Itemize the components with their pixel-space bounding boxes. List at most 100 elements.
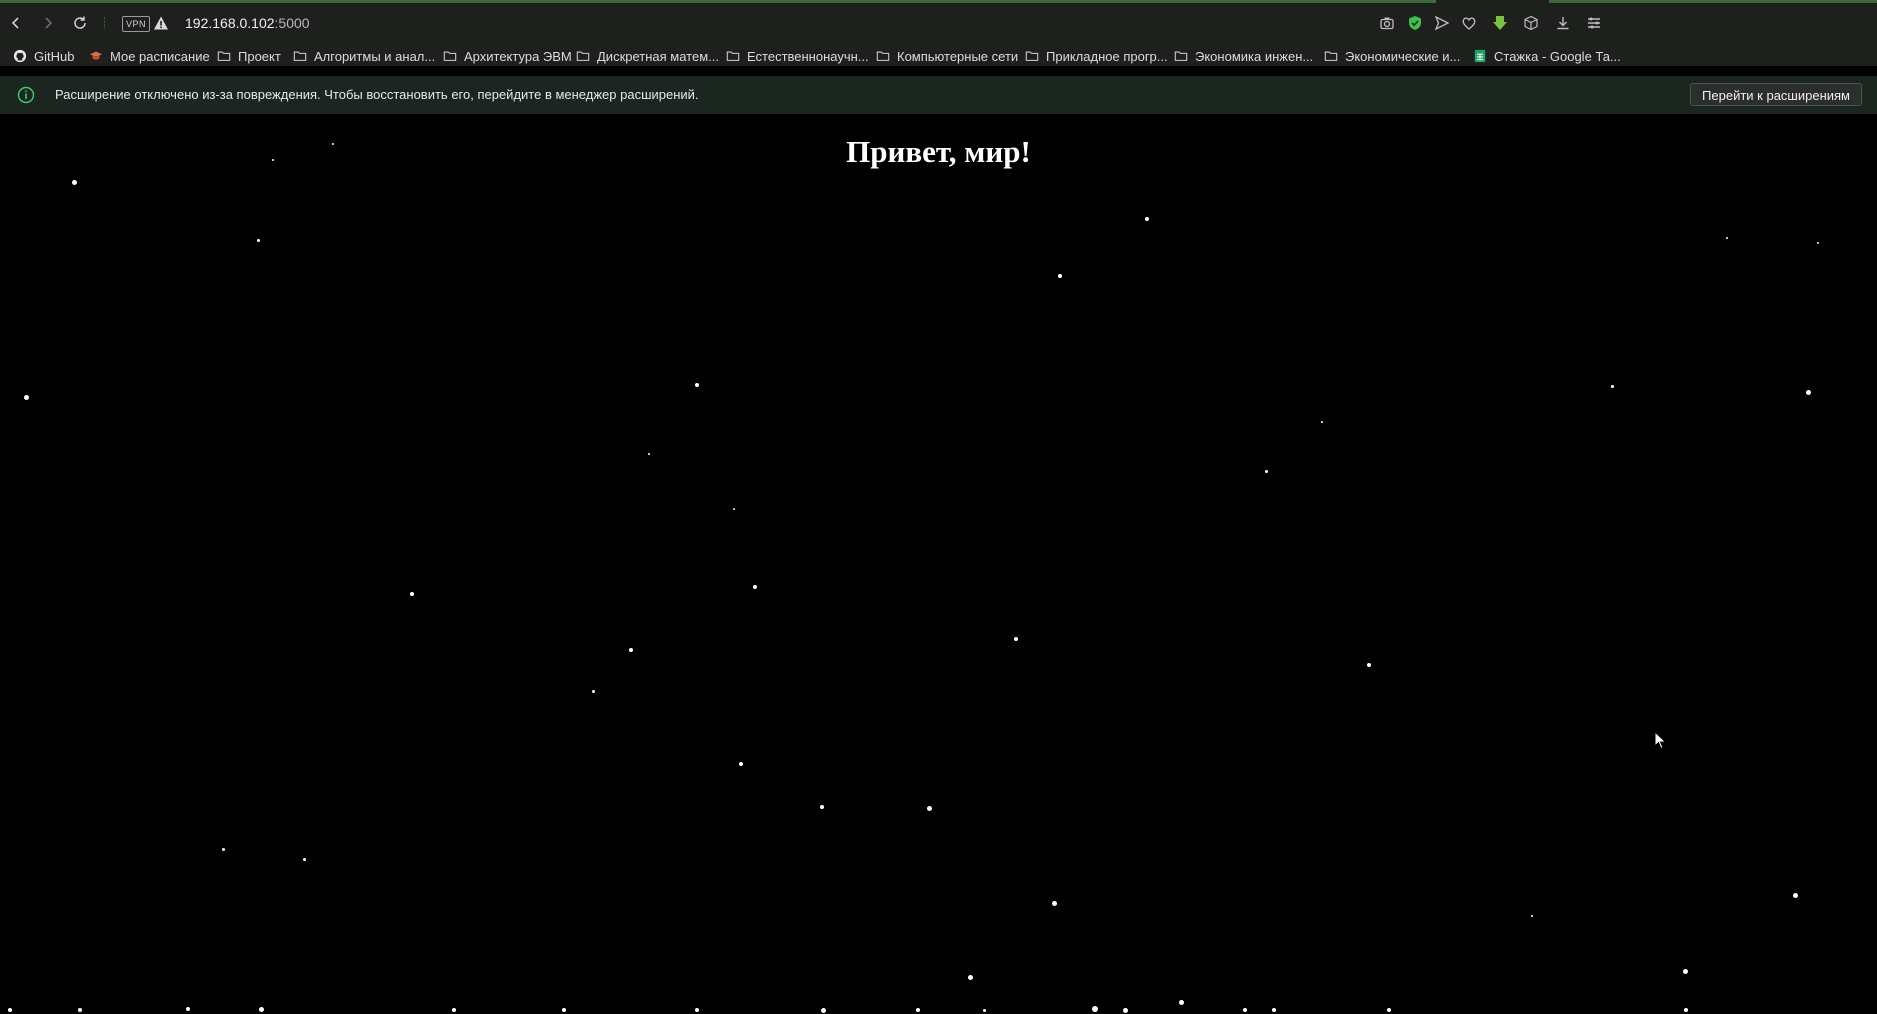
url-port: :5000 bbox=[274, 15, 310, 31]
snowflake-dot bbox=[78, 1008, 82, 1012]
pinboard-button[interactable] bbox=[1458, 12, 1480, 34]
snowflake-dot bbox=[648, 453, 650, 455]
easy-setup-button[interactable] bbox=[1583, 12, 1605, 34]
folder-icon bbox=[875, 48, 891, 64]
folder-icon bbox=[292, 48, 308, 64]
reload-button[interactable] bbox=[69, 12, 91, 34]
snowflake-dot bbox=[1805, 389, 1811, 395]
bookmark-folder-applied-programming[interactable]: Прикладное прогр... bbox=[1024, 46, 1168, 66]
bookmark-folder-networks[interactable]: Компьютерные сети bbox=[875, 46, 1018, 66]
snowflake-dot bbox=[1145, 217, 1149, 221]
send-icon bbox=[1434, 15, 1450, 31]
folder-icon bbox=[575, 48, 591, 64]
snowflake-dot bbox=[1682, 968, 1688, 974]
address-bar[interactable]: 192.168.0.102:5000 bbox=[185, 13, 310, 33]
folder-icon bbox=[216, 48, 232, 64]
warning-icon[interactable] bbox=[153, 15, 169, 31]
vpn-badge[interactable]: VPN bbox=[122, 16, 151, 32]
snowflake-dot bbox=[1092, 1006, 1098, 1012]
snowflake-dot bbox=[1726, 237, 1728, 239]
snowflake-dot bbox=[1243, 1008, 1247, 1012]
snowflake-dot bbox=[753, 585, 757, 589]
snowflake-dot bbox=[982, 1008, 986, 1012]
snowflake-dot bbox=[302, 857, 306, 861]
download-icon bbox=[1557, 17, 1569, 30]
go-to-extensions-button[interactable]: Перейти к расширениям bbox=[1690, 83, 1862, 106]
bookmark-folder-engineering-economics[interactable]: Экономика инжен... bbox=[1173, 46, 1313, 66]
back-button[interactable] bbox=[5, 12, 27, 34]
mouse-cursor-icon bbox=[1654, 731, 1667, 750]
bookmark-label: Дискретная матем... bbox=[597, 48, 719, 64]
bookmark-label: Стажка - Google Та... bbox=[1494, 48, 1621, 64]
snowflake-dot bbox=[1387, 1008, 1391, 1012]
bookmark-folder-algorithms[interactable]: Алгоритмы и анал... bbox=[292, 46, 435, 66]
flow-button[interactable] bbox=[1431, 12, 1453, 34]
snowflake-dot bbox=[1122, 1007, 1128, 1013]
bookmark-google-sheets[interactable]: Стажка - Google Та... bbox=[1472, 46, 1621, 66]
settings-menu-icon bbox=[1588, 17, 1600, 29]
snowflake-dot bbox=[1610, 384, 1614, 388]
snowflake-dot bbox=[186, 1007, 190, 1011]
adblock-button[interactable] bbox=[1404, 12, 1426, 34]
extension-button[interactable] bbox=[1489, 12, 1511, 34]
snowflake-dot bbox=[967, 974, 973, 980]
bookmark-schedule[interactable]: Мое расписание bbox=[88, 46, 210, 66]
infobar-message: Расширение отключено из-за повреждения. … bbox=[55, 87, 699, 102]
bookmark-label: Экономика инжен... bbox=[1195, 48, 1314, 64]
cube-icon bbox=[1524, 15, 1538, 31]
snapshot-button[interactable] bbox=[1376, 12, 1398, 34]
page-heading: Привет, мир! bbox=[846, 134, 1031, 169]
tab-indicator bbox=[0, 0, 1436, 3]
forward-button[interactable] bbox=[37, 12, 59, 34]
snowflake-dot bbox=[733, 508, 735, 510]
snowflake-dot bbox=[1264, 469, 1268, 473]
snowflake-dot bbox=[739, 762, 743, 766]
bookmark-folder-discrete-math[interactable]: Дискретная матем... bbox=[575, 46, 719, 66]
download-manager-icon bbox=[1493, 16, 1507, 30]
info-icon bbox=[17, 86, 35, 104]
heart-icon bbox=[1462, 17, 1476, 30]
folder-icon bbox=[1024, 48, 1040, 64]
snowflake-dot bbox=[71, 179, 77, 185]
snowflake-dot bbox=[926, 805, 932, 811]
bookmark-folder-project[interactable]: Проект bbox=[216, 46, 281, 66]
snowflake-dot bbox=[332, 143, 334, 145]
shield-check-icon bbox=[1409, 16, 1421, 30]
snowflake-dot bbox=[1058, 274, 1062, 278]
folder-icon bbox=[725, 48, 741, 64]
bookmark-folder-natural-science[interactable]: Естественнонаучн... bbox=[725, 46, 869, 66]
camera-icon bbox=[1380, 17, 1394, 30]
snowflake-dot bbox=[1272, 1008, 1276, 1012]
browser-toolbar: VPN 192.168.0.102:5000 bbox=[0, 0, 1877, 46]
bookmark-label: Архитектура ЭВМ bbox=[464, 48, 572, 64]
bookmark-label: Экономические и... bbox=[1345, 48, 1461, 64]
url-host: 192.168.0.102 bbox=[185, 15, 275, 31]
snowflake-dot bbox=[695, 1008, 699, 1012]
snowflake-dot bbox=[221, 847, 225, 851]
folder-icon bbox=[442, 48, 458, 64]
snowflake-dot bbox=[629, 648, 633, 652]
snowflake-dot bbox=[1817, 242, 1819, 244]
downloads-button[interactable] bbox=[1552, 12, 1574, 34]
snowflake-dot bbox=[1792, 892, 1798, 898]
github-icon bbox=[12, 48, 28, 64]
snowflake-dot bbox=[695, 383, 699, 387]
snowflake-dot bbox=[452, 1008, 456, 1012]
snowflake-dot bbox=[8, 1008, 12, 1012]
bookmark-label: Проект bbox=[238, 48, 281, 64]
bookmark-folder-architecture[interactable]: Архитектура ЭВМ bbox=[442, 46, 572, 66]
snowflake-dot bbox=[1321, 421, 1323, 423]
folder-icon bbox=[1173, 48, 1189, 64]
snowflake-dot bbox=[23, 394, 29, 400]
snowflake-dot bbox=[916, 1008, 920, 1012]
bookmark-folder-economics[interactable]: Экономические и... bbox=[1323, 46, 1460, 66]
arrow-left-icon bbox=[11, 17, 19, 29]
bookmark-github[interactable]: GitHub bbox=[12, 46, 74, 66]
folder-icon bbox=[1323, 48, 1339, 64]
google-sheets-icon bbox=[1472, 48, 1488, 64]
snowflake-dot bbox=[1178, 999, 1184, 1005]
bookmark-label: Мое расписание bbox=[110, 48, 210, 64]
extensions-button[interactable] bbox=[1520, 12, 1542, 34]
tab-indicator bbox=[1549, 0, 1877, 3]
snowflake-dot bbox=[258, 1006, 264, 1012]
